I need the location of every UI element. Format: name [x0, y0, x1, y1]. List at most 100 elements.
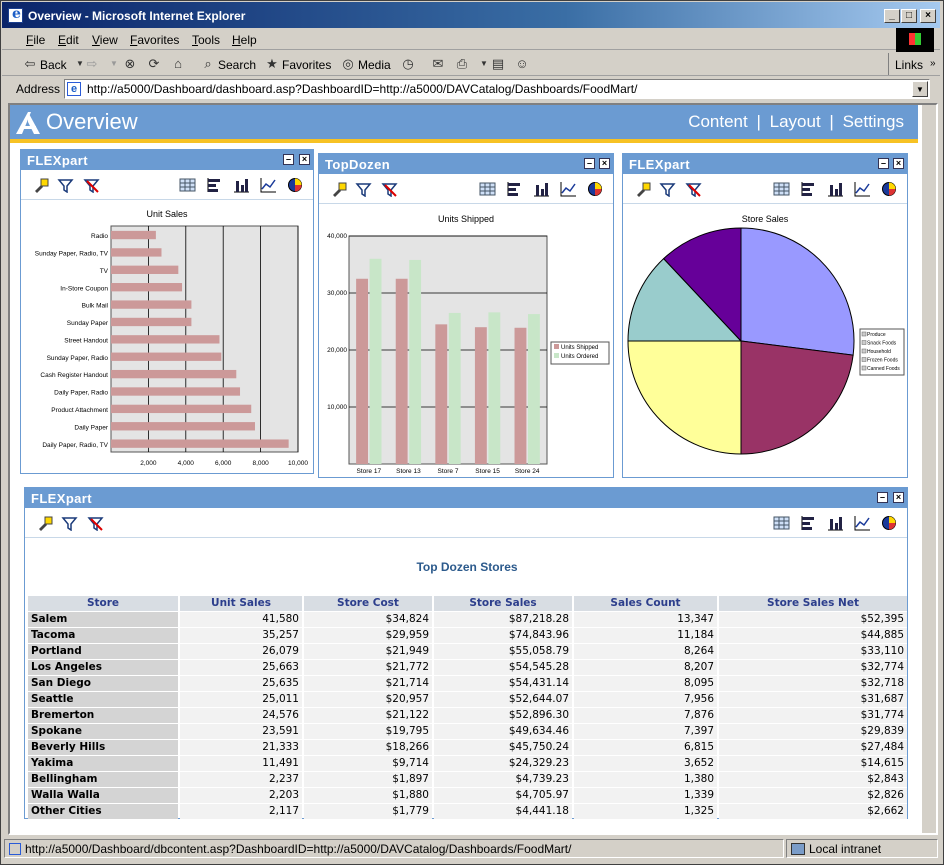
bar	[111, 369, 237, 379]
menu-help[interactable]: Help	[232, 33, 257, 47]
close-button[interactable]: ×	[920, 9, 936, 23]
horizontal-bar-icon[interactable]	[506, 181, 523, 197]
stop-icon[interactable]: ⊗	[122, 56, 138, 72]
address-input[interactable]: http://a5000/Dashboard/dashboard.asp?Das…	[64, 79, 930, 99]
media-icon[interactable]: ◎	[340, 56, 356, 72]
pie-chart-icon[interactable]	[881, 181, 898, 197]
pie-chart-icon[interactable]	[287, 177, 304, 193]
bar-chart-icon[interactable]	[827, 181, 844, 197]
grid-view-icon[interactable]	[179, 177, 196, 193]
table-cell: $52,395	[719, 612, 907, 627]
panel-close-button[interactable]: ×	[599, 158, 610, 169]
drill-icon[interactable]	[33, 177, 50, 193]
table-cell: Salem	[28, 612, 178, 627]
table-cell: Tacoma	[28, 628, 178, 643]
panel-minimize-button[interactable]: –	[283, 154, 294, 165]
bar-chart-icon[interactable]	[233, 177, 250, 193]
bar-chart-icon[interactable]	[533, 181, 550, 197]
category-label: Store 24	[515, 468, 540, 475]
back-arrow-icon[interactable]: ⇦	[22, 56, 38, 72]
messenger-icon[interactable]: ☺	[514, 56, 530, 72]
home-icon[interactable]: ⌂	[170, 56, 186, 72]
column-header[interactable]: Store	[28, 596, 178, 611]
table-cell: $1,897	[304, 772, 432, 787]
line-chart-icon[interactable]	[560, 181, 577, 197]
forward-arrow-icon[interactable]: ⇨	[84, 56, 100, 72]
column-header[interactable]: Unit Sales	[180, 596, 302, 611]
filter-icon[interactable]	[659, 181, 676, 197]
table-cell: 23,591	[180, 724, 302, 739]
horizontal-bar-icon[interactable]	[800, 181, 817, 197]
status-page-icon	[9, 843, 21, 855]
nav-content-link[interactable]: Content	[688, 112, 748, 132]
panel-close-button[interactable]: ×	[893, 158, 904, 169]
table-cell: $32,774	[719, 660, 907, 675]
bar	[435, 324, 448, 464]
forward-dropdown-icon[interactable]: ▼	[106, 56, 122, 72]
links-chevron-icon[interactable]: »	[930, 58, 936, 69]
minimize-button[interactable]: _	[884, 9, 900, 23]
menu-favorites[interactable]: Favorites	[130, 33, 179, 47]
media-button[interactable]: Media	[358, 58, 391, 72]
drill-icon[interactable]	[635, 181, 652, 197]
menu-view[interactable]: View	[92, 33, 118, 47]
grid-view-icon[interactable]	[773, 181, 790, 197]
line-chart-icon[interactable]	[854, 181, 871, 197]
panel-close-button[interactable]: ×	[299, 154, 310, 165]
nav-settings-link[interactable]: Settings	[843, 112, 904, 132]
maximize-button[interactable]: □	[901, 9, 917, 23]
clear-filter-icon[interactable]	[381, 181, 398, 197]
favorites-button[interactable]: Favorites	[282, 58, 331, 72]
drill-icon[interactable]	[37, 515, 54, 531]
pie-chart-icon[interactable]	[587, 181, 604, 197]
nav-separator: |	[756, 112, 761, 131]
discuss-icon[interactable]: ▤	[490, 56, 506, 72]
table-cell: $4,441.18	[434, 804, 572, 819]
nav-layout-link[interactable]: Layout	[770, 112, 821, 132]
search-button[interactable]: Search	[218, 58, 256, 72]
line-chart-icon[interactable]	[260, 177, 277, 193]
vertical-scrollbar[interactable]	[922, 105, 936, 833]
bar-chart-icon[interactable]	[827, 515, 844, 531]
column-header[interactable]: Store Sales	[434, 596, 572, 611]
refresh-icon[interactable]: ⟳	[146, 56, 162, 72]
legend: Produce Snack Foods Household Frozen Foods C…	[859, 328, 905, 376]
print-icon[interactable]: ⎙	[454, 56, 470, 72]
favorites-star-icon[interactable]: ★	[264, 56, 280, 72]
category-label: Sunday Paper	[67, 320, 109, 327]
links-button[interactable]: Links	[895, 58, 923, 72]
title-bar[interactable]: Overview - Microsoft Internet Explorer _…	[2, 2, 940, 28]
banner-accent-line	[10, 139, 918, 143]
address-dropdown-icon[interactable]: ▼	[912, 81, 928, 97]
filter-icon[interactable]	[355, 181, 372, 197]
column-header[interactable]: Store Cost	[304, 596, 432, 611]
grid-view-icon[interactable]	[773, 515, 790, 531]
panel-minimize-button[interactable]: –	[584, 158, 595, 169]
menu-file[interactable]: File	[26, 33, 45, 47]
clear-filter-icon[interactable]	[87, 515, 104, 531]
column-header[interactable]: Store Sales Net	[719, 596, 907, 611]
panel-minimize-button[interactable]: –	[877, 492, 888, 503]
horizontal-bar-icon[interactable]	[206, 177, 223, 193]
table-cell: 35,257	[180, 628, 302, 643]
filter-icon[interactable]	[61, 515, 78, 531]
menu-tools[interactable]: Tools	[192, 33, 220, 47]
panel-minimize-button[interactable]: –	[878, 158, 889, 169]
clear-filter-icon[interactable]	[685, 181, 702, 197]
bar	[111, 387, 241, 396]
mail-icon[interactable]: ✉	[430, 56, 446, 72]
menu-edit[interactable]: Edit	[58, 33, 79, 47]
grid-view-icon[interactable]	[479, 181, 496, 197]
horizontal-bar-icon[interactable]	[800, 515, 817, 531]
column-header[interactable]: Sales Count	[574, 596, 717, 611]
search-icon[interactable]: ⌕	[200, 56, 216, 72]
filter-icon[interactable]	[57, 177, 74, 193]
history-icon[interactable]: ◷	[400, 56, 416, 72]
panel-close-button[interactable]: ×	[893, 492, 904, 503]
pie-chart-icon[interactable]	[881, 515, 898, 531]
clear-filter-icon[interactable]	[83, 177, 100, 193]
back-button[interactable]: Back	[40, 58, 67, 72]
line-chart-icon[interactable]	[854, 515, 871, 531]
drill-icon[interactable]	[331, 181, 348, 197]
bar	[111, 404, 252, 414]
